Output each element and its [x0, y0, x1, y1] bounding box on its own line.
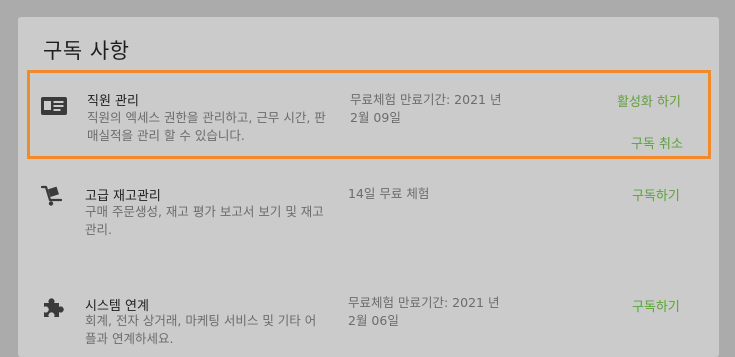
- subscription-row-employee-management: 직원 관리 직원의 엑세스 권한을 관리하고, 근무 시간, 판매실적을 관리 …: [27, 70, 711, 159]
- puzzle-piece-icon: [42, 297, 70, 319]
- card-title: 구독 사항: [43, 39, 130, 63]
- subscription-description: 구매 주문생성, 재고 평가 보고서 보기 및 재고 관리.: [85, 204, 324, 237]
- subscription-name: 고급 재고관리: [85, 189, 161, 204]
- subscription-row-system-integration: 시스템 연계 회계, 전자 상거래, 마케팅 서비스 및 기타 어플과 연계하세…: [18, 275, 719, 355]
- subscription-status: 무료체험 만료기간: 2021 년 2월 06일: [348, 295, 500, 328]
- subscription-description: 직원의 엑세스 권한을 관리하고, 근무 시간, 판매실적을 관리 할 수 있습…: [87, 110, 326, 143]
- subscribe-button[interactable]: 구독하기: [632, 296, 680, 315]
- subscriptions-card: 구독 사항 직원 관리 직원의 엑세스 권한을 관리하고, 근무 시간, 판매실…: [18, 17, 719, 357]
- hand-truck-icon: [40, 185, 68, 207]
- subscribe-button[interactable]: 구독하기: [632, 185, 680, 204]
- cancel-subscription-button[interactable]: 구독 취소: [631, 133, 683, 152]
- activate-button[interactable]: 활성화 하기: [617, 91, 681, 110]
- id-card-icon: [41, 97, 69, 119]
- subscription-row-advanced-inventory: 고급 재고관리 구매 주문생성, 재고 평가 보고서 보기 및 재고 관리. 1…: [18, 175, 719, 255]
- subscription-name: 직원 관리: [87, 94, 139, 109]
- subscription-description: 회계, 전자 상거래, 마케팅 서비스 및 기타 어플과 연계하세요.: [85, 313, 317, 346]
- subscription-status: 14일 무료 체험: [348, 186, 430, 201]
- subscription-status: 무료체험 만료기간: 2021 년 2월 09일: [350, 92, 502, 125]
